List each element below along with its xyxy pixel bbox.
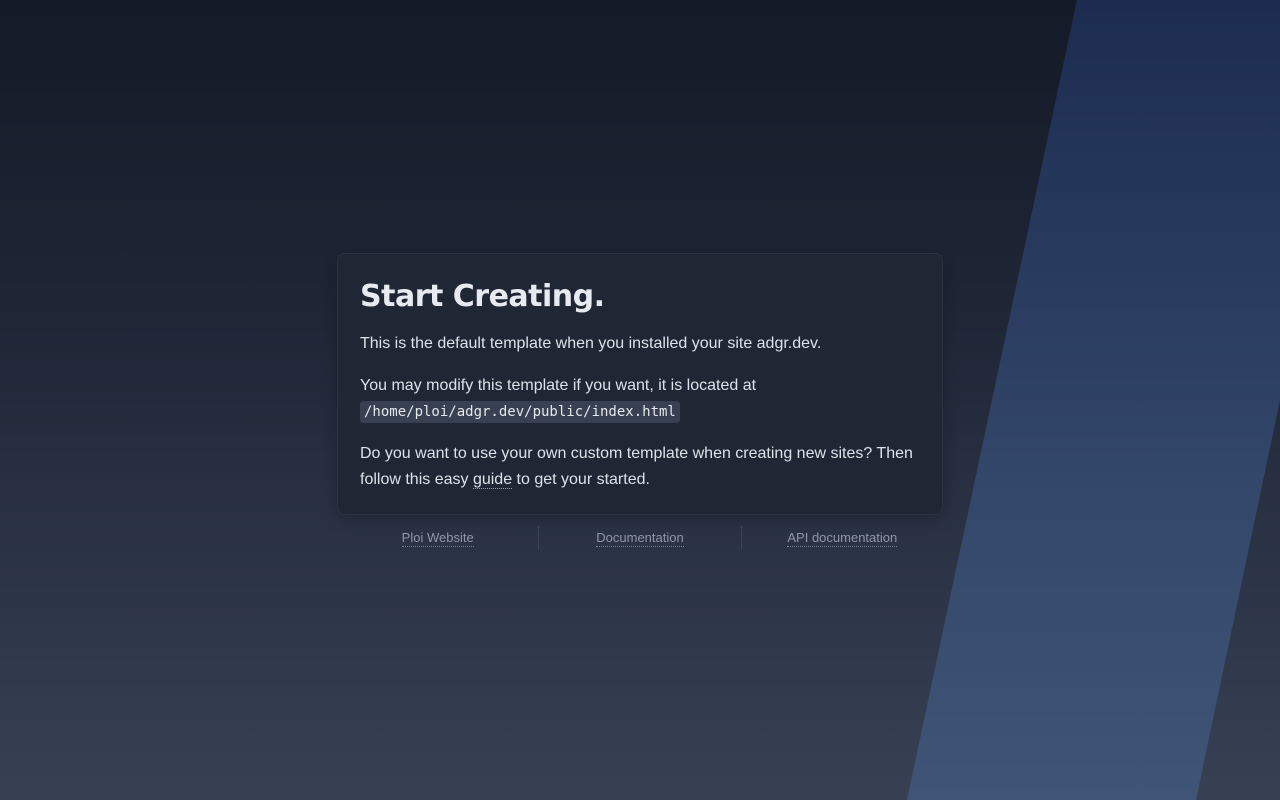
api-documentation-link[interactable]: API documentation [787, 530, 898, 547]
template-path-code: /home/ploi/adgr.dev/public/index.html [360, 401, 680, 423]
custom-template-paragraph: Do you want to use your own custom templ… [360, 441, 920, 493]
welcome-card: Start Creating. This is the default temp… [337, 253, 943, 515]
modify-text: You may modify this template if you want… [360, 377, 757, 394]
modify-paragraph: You may modify this template if you want… [360, 373, 920, 425]
footer-links: Ploi Website Documentation API documenta… [337, 526, 943, 550]
documentation-link[interactable]: Documentation [596, 530, 684, 547]
custom-text-after: to get your started. [512, 471, 650, 488]
intro-text: This is the default template when you in… [360, 335, 822, 352]
footer-item-api-documentation: API documentation [740, 526, 943, 550]
footer-item-ploi-website: Ploi Website [337, 526, 538, 550]
footer-item-documentation: Documentation [538, 526, 740, 550]
ploi-website-link[interactable]: Ploi Website [401, 530, 474, 547]
guide-link[interactable]: guide [472, 471, 513, 489]
page-title: Start Creating. [360, 279, 605, 314]
